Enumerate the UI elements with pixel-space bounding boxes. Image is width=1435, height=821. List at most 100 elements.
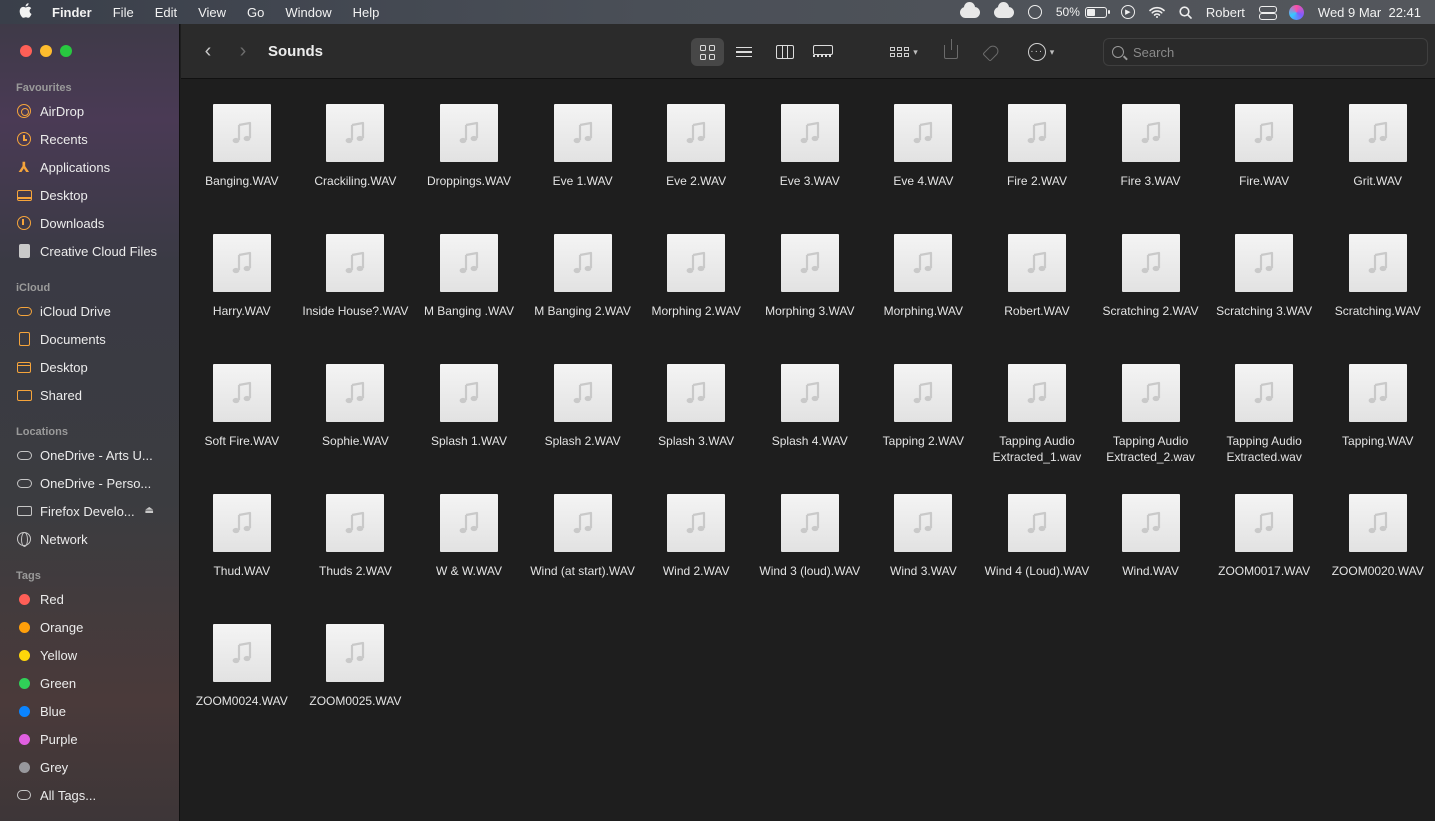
icon-view-button[interactable] [691, 38, 724, 66]
file-item[interactable]: Thuds 2.WAV [299, 494, 413, 624]
sidebar-all-tags[interactable]: All Tags... [16, 784, 176, 806]
file-item[interactable]: Soft Fire.WAV [185, 364, 299, 494]
file-item[interactable]: Eve 1.WAV [526, 104, 640, 234]
file-item[interactable]: Scratching 3.WAV [1207, 234, 1321, 364]
file-item[interactable]: Fire 3.WAV [1094, 104, 1208, 234]
file-item[interactable]: ZOOM0024.WAV [185, 624, 299, 754]
file-item[interactable]: Droppings.WAV [412, 104, 526, 234]
share-button[interactable] [938, 38, 964, 66]
file-item[interactable]: W & W.WAV [412, 494, 526, 624]
menu-window[interactable]: Window [285, 5, 331, 20]
onedrive-status-icon[interactable] [993, 1, 1014, 18]
sidebar-item-recents[interactable]: Recents [16, 128, 176, 150]
file-item[interactable]: Tapping Audio Extracted_1.wav [980, 364, 1094, 494]
sidebar-item-onedrive-arts[interactable]: OneDrive - Arts U... [16, 444, 176, 466]
sidebar-item-downloads[interactable]: Downloads [16, 212, 176, 234]
file-item[interactable]: Eve 2.WAV [639, 104, 753, 234]
wifi-icon[interactable] [1149, 6, 1165, 18]
sidebar-tag-orange[interactable]: Orange [16, 616, 176, 638]
control-center-icon[interactable] [1258, 6, 1277, 20]
sidebar-tag-yellow[interactable]: Yellow [16, 644, 176, 666]
file-item[interactable]: M Banging 2.WAV [526, 234, 640, 364]
battery-status[interactable]: 50% [1056, 5, 1110, 19]
file-item[interactable]: Scratching 2.WAV [1094, 234, 1208, 364]
file-item[interactable]: Splash 2.WAV [526, 364, 640, 494]
file-item[interactable]: Inside House?.WAV [299, 234, 413, 364]
file-item[interactable]: Sophie.WAV [299, 364, 413, 494]
file-item[interactable]: Crackiling.WAV [299, 104, 413, 234]
sidebar-tag-red[interactable]: Red [16, 588, 176, 610]
menu-file[interactable]: File [113, 5, 134, 20]
file-item[interactable]: Fire.WAV [1207, 104, 1321, 234]
file-item[interactable]: Eve 4.WAV [867, 104, 981, 234]
file-item[interactable]: Morphing.WAV [867, 234, 981, 364]
sidebar-item-desktop[interactable]: Desktop [16, 184, 176, 206]
list-view-button[interactable] [728, 38, 760, 66]
file-item[interactable]: M Banging .WAV [412, 234, 526, 364]
file-item[interactable]: Wind 2.WAV [639, 494, 753, 624]
file-item[interactable]: Wind (at start).WAV [526, 494, 640, 624]
sidebar-tag-blue[interactable]: Blue [16, 700, 176, 722]
sidebar-item-creative-cloud-files[interactable]: Creative Cloud Files [16, 240, 176, 262]
file-item[interactable]: Eve 3.WAV [753, 104, 867, 234]
sidebar-item-shared[interactable]: Shared [16, 384, 176, 406]
file-item[interactable]: ZOOM0025.WAV [299, 624, 413, 754]
sidebar-item-icloud-drive[interactable]: iCloud Drive [16, 300, 176, 322]
close-button[interactable] [20, 45, 32, 57]
tags-button[interactable] [978, 38, 1004, 66]
app-menu[interactable]: Finder [52, 5, 92, 20]
sidebar-item-airdrop[interactable]: AirDrop [16, 100, 176, 122]
clock-datetime[interactable]: Wed 9 Mar 22:41 [1318, 5, 1421, 20]
spotlight-search-icon[interactable] [1179, 5, 1192, 19]
file-item[interactable]: Banging.WAV [185, 104, 299, 234]
file-item[interactable]: Wind 4 (Loud).WAV [980, 494, 1094, 624]
column-view-button[interactable] [769, 38, 801, 66]
sidebar-item-network[interactable]: Network [16, 528, 176, 550]
file-item[interactable]: Morphing 3.WAV [753, 234, 867, 364]
sidebar-item-applications[interactable]: ⅄ Applications [16, 156, 176, 178]
file-item[interactable]: Grit.WAV [1321, 104, 1435, 234]
more-actions-button[interactable]: ··· ▾ [1021, 38, 1061, 66]
file-item[interactable]: Tapping Audio Extracted_2.wav [1094, 364, 1208, 494]
menu-help[interactable]: Help [353, 5, 380, 20]
apple-menu-icon[interactable] [14, 2, 36, 22]
file-item[interactable]: Fire 2.WAV [980, 104, 1094, 234]
icloud-status-icon[interactable] [959, 1, 980, 18]
file-item[interactable]: Wind.WAV [1094, 494, 1208, 624]
file-item[interactable]: Morphing 2.WAV [639, 234, 753, 364]
user-menu[interactable]: Robert [1206, 5, 1245, 20]
file-item[interactable]: ZOOM0017.WAV [1207, 494, 1321, 624]
sidebar-tag-grey[interactable]: Grey [16, 756, 176, 778]
group-by-button[interactable]: ▾ [881, 38, 927, 66]
file-item[interactable]: Splash 3.WAV [639, 364, 753, 494]
back-button[interactable]: ‹ [198, 40, 218, 62]
siri-icon[interactable] [1288, 4, 1304, 20]
file-item[interactable]: Tapping.WAV [1321, 364, 1435, 494]
file-item[interactable]: Scratching.WAV [1321, 234, 1435, 364]
creative-cloud-icon[interactable] [1027, 5, 1042, 19]
zoom-button[interactable] [60, 45, 72, 57]
file-item[interactable]: Splash 1.WAV [412, 364, 526, 494]
menu-go[interactable]: Go [247, 5, 264, 20]
file-item[interactable]: Thud.WAV [185, 494, 299, 624]
eject-icon[interactable]: ⏏ [145, 505, 154, 516]
sidebar-item-firefox-developer[interactable]: Firefox Develo... ⏏ [16, 500, 176, 522]
file-item[interactable]: Wind 3 (loud).WAV [753, 494, 867, 624]
menu-edit[interactable]: Edit [155, 5, 177, 20]
file-item[interactable]: Harry.WAV [185, 234, 299, 364]
file-item[interactable]: Tapping 2.WAV [867, 364, 981, 494]
menu-view[interactable]: View [198, 5, 226, 20]
sidebar-item-documents[interactable]: Documents [16, 328, 176, 350]
file-item[interactable]: Splash 4.WAV [753, 364, 867, 494]
file-item[interactable]: ZOOM0020.WAV [1321, 494, 1435, 624]
sidebar-item-icloud-desktop[interactable]: Desktop [16, 356, 176, 378]
now-playing-icon[interactable]: ▶ [1120, 5, 1135, 19]
minimize-button[interactable] [40, 45, 52, 57]
file-item[interactable]: Robert.WAV [980, 234, 1094, 364]
search-input[interactable] [1133, 44, 1413, 60]
search-field[interactable] [1103, 38, 1428, 66]
forward-button[interactable]: › [233, 40, 253, 62]
sidebar-item-onedrive-personal[interactable]: OneDrive - Perso... [16, 472, 176, 494]
file-item[interactable]: Wind 3.WAV [867, 494, 981, 624]
sidebar-tag-green[interactable]: Green [16, 672, 176, 694]
